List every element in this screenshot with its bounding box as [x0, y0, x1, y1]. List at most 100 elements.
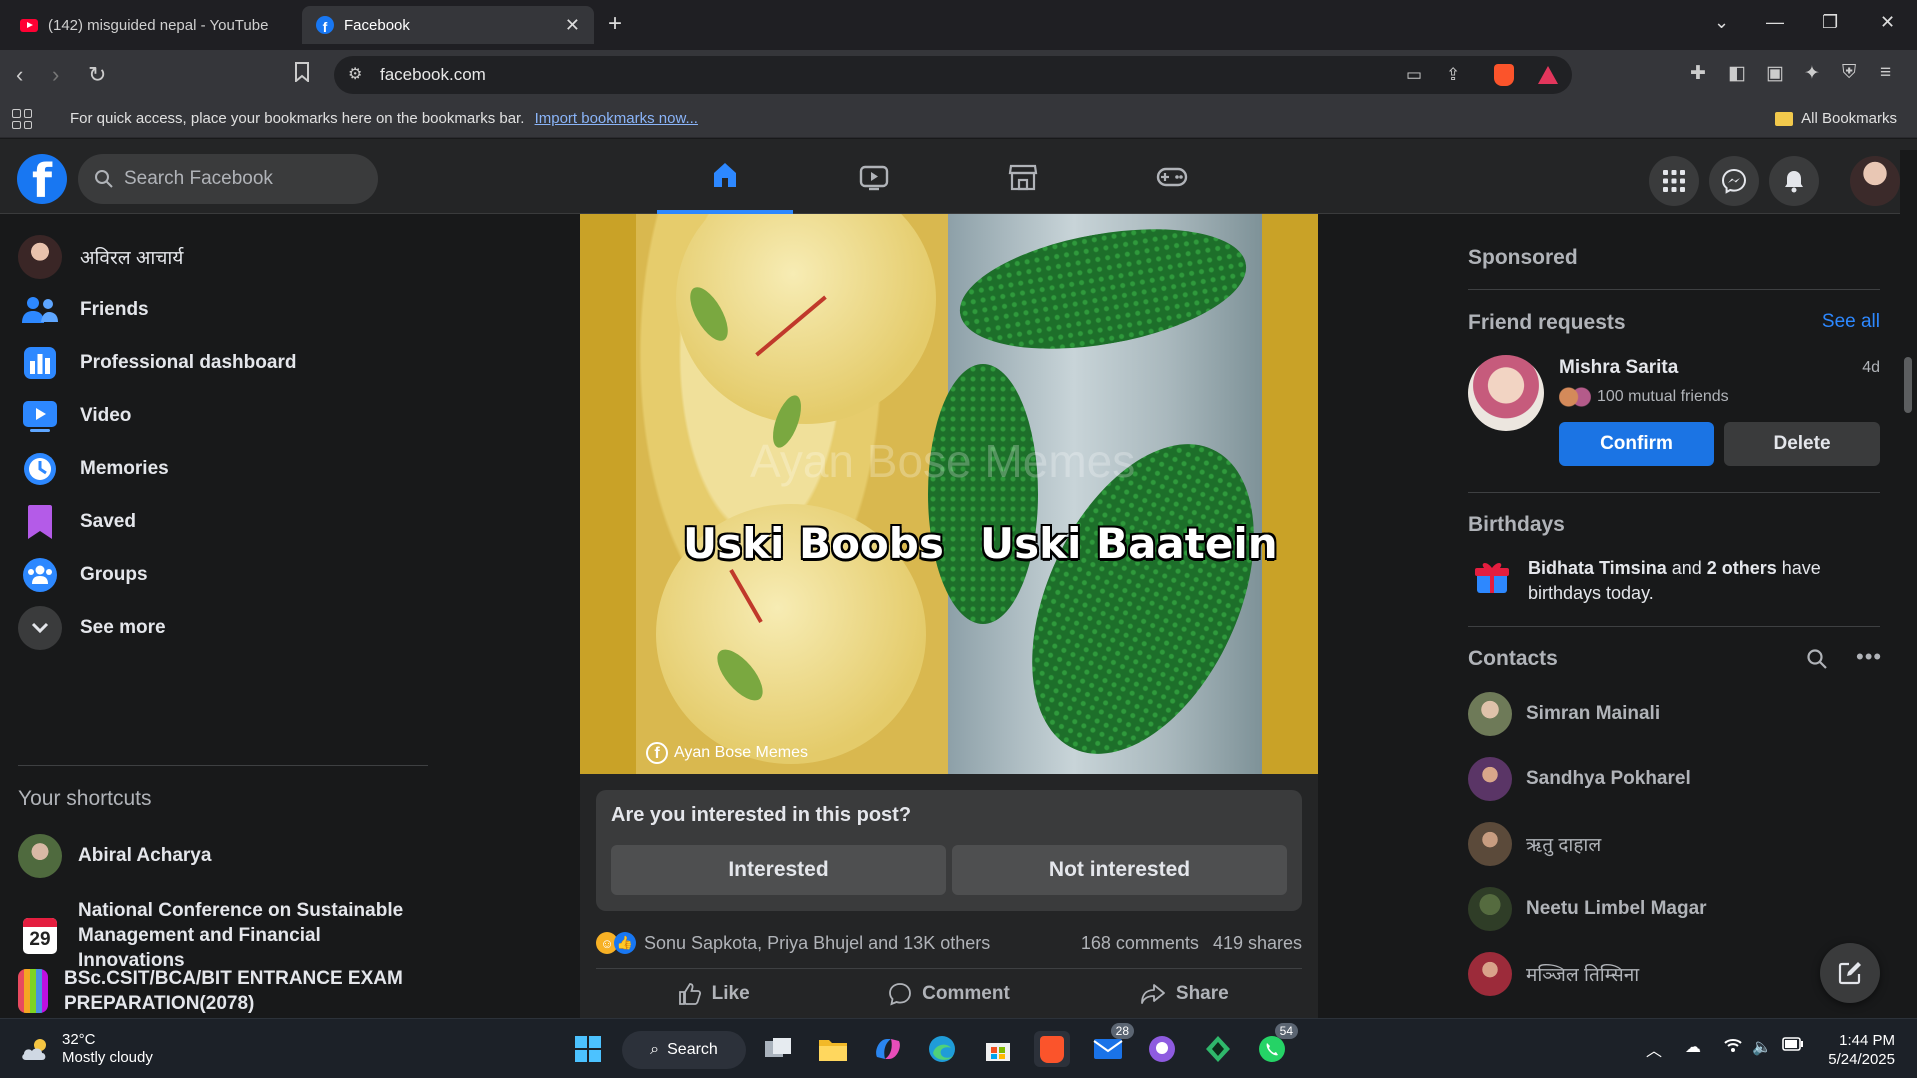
- facebook-logo-icon[interactable]: f: [17, 154, 67, 204]
- new-message-button[interactable]: [1820, 943, 1880, 1003]
- system-clock[interactable]: 1:44 PM 5/24/2025: [1828, 1031, 1895, 1069]
- file-explorer-icon[interactable]: [815, 1031, 851, 1067]
- contact-name: Neetu Limbel Magar: [1526, 898, 1707, 919]
- scrollbar-thumb[interactable]: [1904, 357, 1912, 413]
- close-tab-icon[interactable]: ✕: [565, 15, 580, 36]
- menu-grid-button[interactable]: [1649, 156, 1699, 206]
- microsoft-store-icon[interactable]: [980, 1031, 1016, 1067]
- back-icon[interactable]: ‹: [16, 62, 23, 88]
- see-more-button[interactable]: See more: [18, 603, 166, 653]
- weather-condition: Mostly cloudy: [62, 1049, 153, 1066]
- tab-youtube[interactable]: (142) misguided nepal - YouTube: [6, 6, 296, 44]
- interested-button[interactable]: Interested: [611, 845, 946, 895]
- search-input[interactable]: [124, 168, 344, 190]
- weather-widget[interactable]: 32°C Mostly cloudy: [20, 1031, 153, 1067]
- shortcut-item[interactable]: BSc.CSIT/BCA/BIT ENTRANCE EXAM PREPARATI…: [18, 966, 428, 1016]
- contact-item[interactable]: ऋतु दाहाल: [1468, 822, 1601, 866]
- battery-icon[interactable]: [1782, 1037, 1804, 1056]
- close-window-icon[interactable]: ✕: [1880, 12, 1895, 33]
- comments-count[interactable]: 168 comments: [1081, 933, 1199, 954]
- notifications-button[interactable]: [1769, 156, 1819, 206]
- search-contacts-icon[interactable]: [1806, 648, 1828, 675]
- not-interested-button[interactable]: Not interested: [952, 845, 1287, 895]
- bookmark-icon[interactable]: [294, 62, 310, 88]
- tab-home[interactable]: [657, 139, 793, 214]
- start-button[interactable]: [570, 1031, 606, 1067]
- reload-icon[interactable]: ↻: [88, 62, 106, 88]
- whatsapp-icon[interactable]: 54: [1254, 1023, 1298, 1067]
- wifi-icon[interactable]: [1724, 1037, 1742, 1058]
- leo-ai-icon[interactable]: ✦: [1804, 62, 1820, 85]
- all-bookmarks-button[interactable]: All Bookmarks: [1775, 110, 1897, 127]
- birthday-text[interactable]: Bidhata Timsina and 2 others have birthd…: [1528, 556, 1878, 606]
- account-avatar[interactable]: [1850, 156, 1900, 206]
- contact-item[interactable]: Neetu Limbel Magar: [1468, 887, 1707, 931]
- shares-count[interactable]: 419 shares: [1213, 933, 1302, 954]
- tab-gaming[interactable]: [1104, 139, 1240, 214]
- sidebar-item-profile[interactable]: अविरल आचार्य: [18, 232, 183, 282]
- share-button[interactable]: Share: [1067, 969, 1302, 1018]
- comment-button[interactable]: Comment: [831, 969, 1066, 1018]
- tab-facebook[interactable]: f Facebook ✕: [302, 6, 594, 44]
- request-name[interactable]: Mishra Sarita: [1559, 357, 1678, 379]
- shortcut-item[interactable]: 29 National Conference on Sustainable Ma…: [18, 898, 428, 973]
- confirm-button[interactable]: Confirm: [1559, 422, 1714, 466]
- cast-icon[interactable]: ▭: [1406, 65, 1422, 85]
- tab-search-chevron-icon[interactable]: ⌄: [1714, 12, 1729, 33]
- contact-item[interactable]: मञ्जिल तिम्सिना: [1468, 952, 1639, 996]
- brave-rewards-icon[interactable]: [1538, 66, 1558, 84]
- menu-icon[interactable]: ≡: [1880, 62, 1891, 84]
- contact-item[interactable]: Sandhya Pokharel: [1468, 757, 1691, 801]
- sidebar-item-groups[interactable]: Groups: [18, 550, 148, 600]
- onedrive-icon[interactable]: ☁: [1685, 1037, 1701, 1057]
- apps-icon[interactable]: [12, 109, 32, 129]
- tab-video[interactable]: [806, 139, 942, 214]
- tray-overflow-icon[interactable]: ︿: [1646, 1037, 1662, 1061]
- mail-icon[interactable]: 28: [1090, 1023, 1134, 1067]
- interest-prompt: Are you interested in this post? Interes…: [596, 790, 1302, 911]
- page-scrollbar[interactable]: [1900, 150, 1917, 1018]
- sidebar-icon[interactable]: ◧: [1728, 62, 1746, 85]
- sidebar-item-saved[interactable]: Saved: [18, 497, 136, 547]
- forward-icon[interactable]: ›: [52, 62, 59, 88]
- post-image[interactable]: Ayan Bose Memes Uski Boobs Uski Baatein …: [580, 214, 1318, 774]
- address-bar[interactable]: ⚙ facebook.com ▭ ⇪: [334, 56, 1572, 94]
- brave-shields-icon[interactable]: [1494, 64, 1514, 86]
- tab-marketplace[interactable]: [955, 139, 1091, 214]
- copilot-icon[interactable]: [870, 1031, 906, 1067]
- messenger-button[interactable]: [1709, 156, 1759, 206]
- delete-button[interactable]: Delete: [1724, 422, 1880, 466]
- contact-avatar: [1468, 887, 1512, 931]
- more-options-icon[interactable]: •••: [1856, 644, 1882, 670]
- minimize-icon[interactable]: —: [1766, 12, 1784, 33]
- wallet-icon[interactable]: ▣: [1766, 62, 1784, 85]
- chatgpt-icon[interactable]: [1200, 1031, 1236, 1067]
- sidebar-item-video[interactable]: Video: [18, 391, 131, 441]
- like-button[interactable]: Like: [596, 969, 831, 1018]
- volume-icon[interactable]: 🔈: [1752, 1037, 1772, 1057]
- vpn-icon[interactable]: ⛨: [1842, 62, 1856, 84]
- github-desktop-icon[interactable]: [1144, 1031, 1180, 1067]
- sidebar-item-professional-dashboard[interactable]: Professional dashboard: [18, 338, 296, 388]
- search-box[interactable]: [78, 154, 378, 204]
- shortcut-avatar: [18, 834, 62, 878]
- sidebar-item-memories[interactable]: Memories: [18, 444, 169, 494]
- task-view-icon[interactable]: [760, 1031, 796, 1067]
- brave-browser-icon[interactable]: [1034, 1031, 1070, 1067]
- friends-icon: [18, 288, 62, 332]
- request-avatar[interactable]: [1468, 355, 1544, 431]
- share-page-icon[interactable]: ⇪: [1446, 65, 1460, 85]
- meme-caption-right: Uski Baatein: [980, 519, 1278, 568]
- edge-icon[interactable]: [924, 1031, 960, 1067]
- reactors-text[interactable]: Sonu Sapkota, Priya Bhujel and 13K other…: [644, 933, 990, 954]
- import-bookmarks-link[interactable]: Import bookmarks now...: [535, 110, 698, 127]
- new-tab-icon[interactable]: +: [608, 10, 622, 38]
- sidebar-item-friends[interactable]: Friends: [18, 285, 149, 335]
- site-info-icon[interactable]: ⚙: [348, 64, 362, 84]
- see-all-link[interactable]: See all: [1822, 311, 1880, 333]
- extensions-icon[interactable]: ✚: [1690, 62, 1706, 85]
- taskbar-search[interactable]: ⌕ Search: [622, 1031, 746, 1069]
- restore-icon[interactable]: ❐: [1822, 12, 1838, 33]
- shortcut-item[interactable]: Abiral Acharya: [18, 834, 428, 878]
- contact-item[interactable]: Simran Mainali: [1468, 692, 1660, 736]
